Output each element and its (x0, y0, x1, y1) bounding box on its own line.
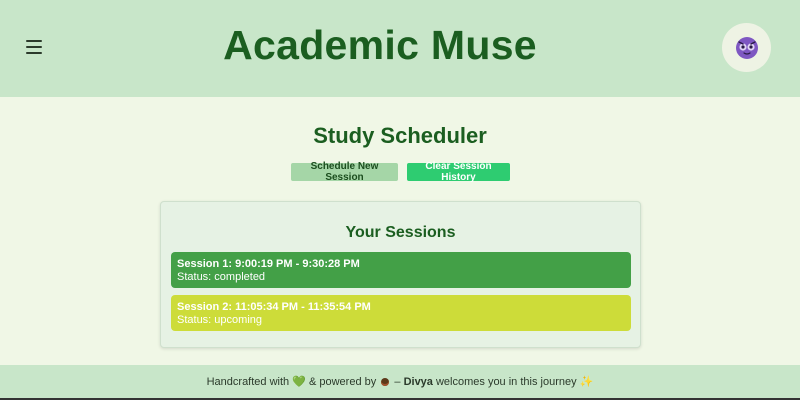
page-title: Study Scheduler (313, 123, 487, 148)
footer-suffix: welcomes you in this journey (435, 376, 577, 388)
schedule-new-session-button[interactable]: Schedule New Session (291, 161, 398, 183)
app-header: Academic Muse (0, 0, 800, 97)
session-time: Session 2: 11:05:34 PM - 11:35:54 PM (177, 301, 371, 313)
owl-avatar-icon (736, 37, 758, 59)
sessions-card: Your Sessions Session 1: 9:00:19 PM - 9:… (160, 201, 641, 348)
session-status: Status: completed (177, 271, 266, 283)
footer-middle: & powered by (308, 376, 377, 388)
avatar[interactable] (722, 23, 771, 72)
session-item[interactable]: Session 1: 9:00:19 PM - 9:30:28 PM Statu… (171, 252, 631, 288)
sessions-title: Your Sessions (345, 224, 456, 241)
clear-session-history-button[interactable]: Clear Session History (407, 161, 510, 183)
session-item[interactable]: Session 2: 11:05:34 PM - 11:35:54 PM Sta… (171, 295, 631, 331)
session-status: Status: upcoming (177, 314, 262, 326)
green-heart-icon: 💚 (292, 376, 306, 388)
session-time: Session 1: 9:00:19 PM - 9:30:28 PM (177, 258, 360, 270)
footer: Handcrafted with 💚 & powered by – Divya … (0, 365, 800, 400)
footer-dash: – (394, 376, 401, 388)
coffee-icon (381, 378, 390, 387)
app-title: Academic Muse (223, 22, 537, 68)
author-name: Divya (403, 376, 433, 388)
sparkle-icon: ✨ (579, 376, 594, 388)
footer-prefix: Handcrafted with (206, 376, 290, 388)
